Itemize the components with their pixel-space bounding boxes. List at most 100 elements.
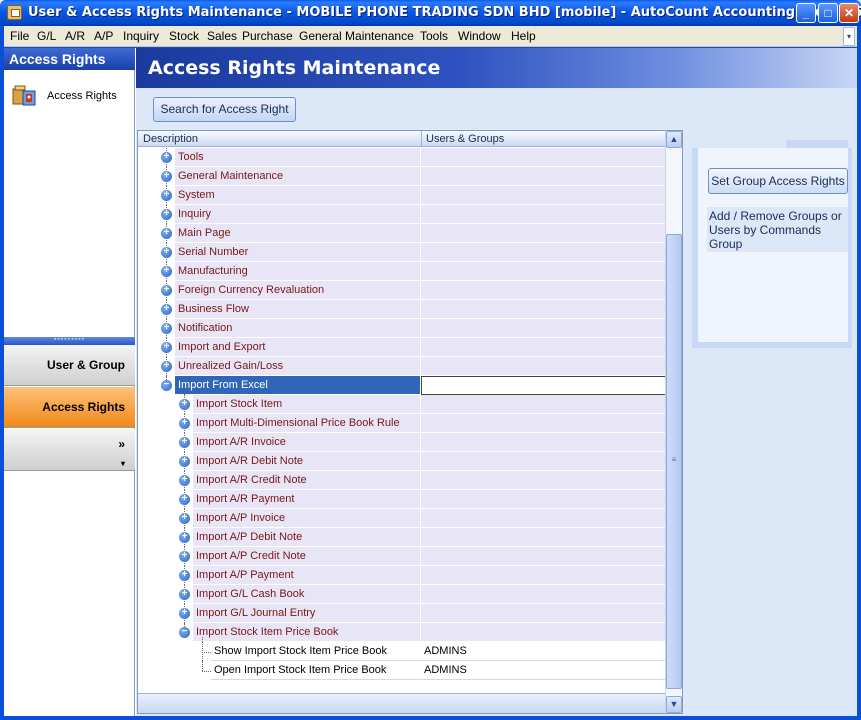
- expand-plus-icon[interactable]: +: [161, 190, 172, 201]
- row-users-cell[interactable]: [421, 528, 666, 547]
- table-row[interactable]: + Import A/P Invoice: [138, 509, 666, 528]
- row-users-cell[interactable]: [421, 243, 666, 262]
- table-row[interactable]: Open Import Stock Item Price Book ADMINS: [138, 661, 666, 680]
- table-row[interactable]: + Import A/P Payment: [138, 566, 666, 585]
- expand-plus-icon[interactable]: +: [161, 361, 172, 372]
- maximize-button[interactable]: □: [818, 3, 838, 23]
- expand-plus-icon[interactable]: +: [161, 342, 172, 353]
- row-users-cell[interactable]: [421, 395, 666, 414]
- expand-plus-icon[interactable]: +: [179, 513, 190, 524]
- set-group-access-rights-button[interactable]: Set Group Access Rights: [708, 168, 848, 194]
- row-users-cell[interactable]: [421, 224, 666, 243]
- expand-plus-icon[interactable]: +: [161, 247, 172, 258]
- row-users-cell[interactable]: ADMINS: [421, 661, 666, 680]
- collapse-minus-icon[interactable]: −: [161, 380, 172, 391]
- access-rights-tree-grid[interactable]: Description Users & Groups + Tools + Genera…: [137, 130, 683, 714]
- table-row[interactable]: − Import From Excel: [138, 376, 666, 395]
- expand-plus-icon[interactable]: +: [179, 475, 190, 486]
- row-description-cell[interactable]: [175, 205, 421, 224]
- scroll-up-icon[interactable]: ▲: [666, 131, 682, 148]
- table-row[interactable]: + Business Flow: [138, 300, 666, 319]
- menu-inquiry[interactable]: Inquiry: [123, 29, 159, 43]
- expand-plus-icon[interactable]: +: [179, 589, 190, 600]
- row-description-cell[interactable]: [175, 148, 421, 167]
- row-users-cell[interactable]: [421, 205, 666, 224]
- table-row[interactable]: + Import A/R Debit Note: [138, 452, 666, 471]
- title-bar[interactable]: User & Access Rights Maintenance - MOBIL…: [0, 0, 861, 26]
- expand-plus-icon[interactable]: +: [161, 152, 172, 163]
- app-icon[interactable]: [7, 5, 22, 20]
- row-users-cell[interactable]: [421, 262, 666, 281]
- menu-purchase[interactable]: Purchase: [242, 29, 293, 43]
- row-users-cell[interactable]: [421, 623, 666, 642]
- expand-plus-icon[interactable]: +: [179, 494, 190, 505]
- menu-ap[interactable]: A/P: [94, 29, 113, 43]
- expand-plus-icon[interactable]: +: [179, 551, 190, 562]
- row-users-cell[interactable]: [421, 585, 666, 604]
- table-row[interactable]: + Foreign Currency Revaluation: [138, 281, 666, 300]
- menu-window[interactable]: Window: [458, 29, 501, 43]
- menu-sales[interactable]: Sales: [207, 29, 237, 43]
- row-users-cell[interactable]: [421, 471, 666, 490]
- expand-plus-icon[interactable]: +: [179, 437, 190, 448]
- expand-plus-icon[interactable]: +: [161, 266, 172, 277]
- collapse-minus-icon[interactable]: −: [179, 627, 190, 638]
- vertical-scrollbar[interactable]: ▲ ≡ ▼: [665, 131, 682, 713]
- row-users-cell[interactable]: [421, 509, 666, 528]
- row-users-cell[interactable]: [421, 414, 666, 433]
- row-users-cell[interactable]: [421, 566, 666, 585]
- row-users-cell[interactable]: [421, 148, 666, 167]
- row-users-cell[interactable]: [421, 357, 666, 376]
- row-users-cell[interactable]: [421, 319, 666, 338]
- table-row[interactable]: + Import A/P Credit Note: [138, 547, 666, 566]
- menu-ar[interactable]: A/R: [65, 29, 85, 43]
- row-users-cell[interactable]: [421, 452, 666, 471]
- table-row[interactable]: − Import Stock Item Price Book: [138, 623, 666, 642]
- row-users-cell[interactable]: [421, 338, 666, 357]
- table-row[interactable]: + Import Stock Item: [138, 395, 666, 414]
- table-row[interactable]: + Import A/R Invoice: [138, 433, 666, 452]
- table-row[interactable]: + Import and Export: [138, 338, 666, 357]
- search-access-right-button[interactable]: Search for Access Right: [153, 97, 296, 122]
- row-users-cell[interactable]: [421, 604, 666, 623]
- left-item-access-rights[interactable]: Access Rights: [10, 81, 130, 109]
- scroll-thumb[interactable]: ≡: [666, 234, 682, 689]
- table-row[interactable]: + General Maintenance: [138, 167, 666, 186]
- row-users-cell[interactable]: [421, 547, 666, 566]
- column-separator[interactable]: [421, 131, 422, 147]
- expand-plus-icon[interactable]: +: [179, 456, 190, 467]
- nav-more-button[interactable]: » ▾: [4, 429, 135, 471]
- row-users-cell[interactable]: [421, 186, 666, 205]
- menu-chevron-icon[interactable]: ▾: [843, 27, 855, 46]
- menu-tools[interactable]: Tools: [420, 29, 448, 43]
- expand-plus-icon[interactable]: +: [179, 608, 190, 619]
- menu-file[interactable]: File: [10, 29, 29, 43]
- row-users-cell[interactable]: [421, 281, 666, 300]
- row-users-cell[interactable]: [421, 490, 666, 509]
- expand-plus-icon[interactable]: +: [161, 304, 172, 315]
- nav-user-group-button[interactable]: User & Group: [4, 345, 135, 386]
- table-row[interactable]: + Inquiry: [138, 205, 666, 224]
- table-row[interactable]: + Main Page: [138, 224, 666, 243]
- menu-gl[interactable]: G/L: [37, 29, 56, 43]
- table-row[interactable]: + Import A/R Payment: [138, 490, 666, 509]
- table-row[interactable]: + Import G/L Cash Book: [138, 585, 666, 604]
- row-users-cell[interactable]: [421, 433, 666, 452]
- minimize-button[interactable]: _: [796, 3, 816, 23]
- row-users-cell[interactable]: ADMINS: [421, 642, 666, 661]
- nav-access-rights-button[interactable]: Access Rights: [4, 387, 135, 428]
- table-row[interactable]: + Manufacturing: [138, 262, 666, 281]
- row-users-cell[interactable]: [421, 376, 666, 395]
- expand-plus-icon[interactable]: +: [161, 171, 172, 182]
- expand-plus-icon[interactable]: +: [179, 418, 190, 429]
- row-users-cell[interactable]: [421, 300, 666, 319]
- table-row[interactable]: + Unrealized Gain/Loss: [138, 357, 666, 376]
- menu-general-maintenance[interactable]: General Maintenance: [299, 29, 414, 43]
- table-row[interactable]: + Serial Number: [138, 243, 666, 262]
- table-row[interactable]: Show Import Stock Item Price Book ADMINS: [138, 642, 666, 661]
- table-row[interactable]: + Import A/P Debit Note: [138, 528, 666, 547]
- expand-plus-icon[interactable]: +: [179, 570, 190, 581]
- close-button[interactable]: ✕: [839, 3, 859, 23]
- expand-plus-icon[interactable]: +: [179, 399, 190, 410]
- menu-stock[interactable]: Stock: [169, 29, 199, 43]
